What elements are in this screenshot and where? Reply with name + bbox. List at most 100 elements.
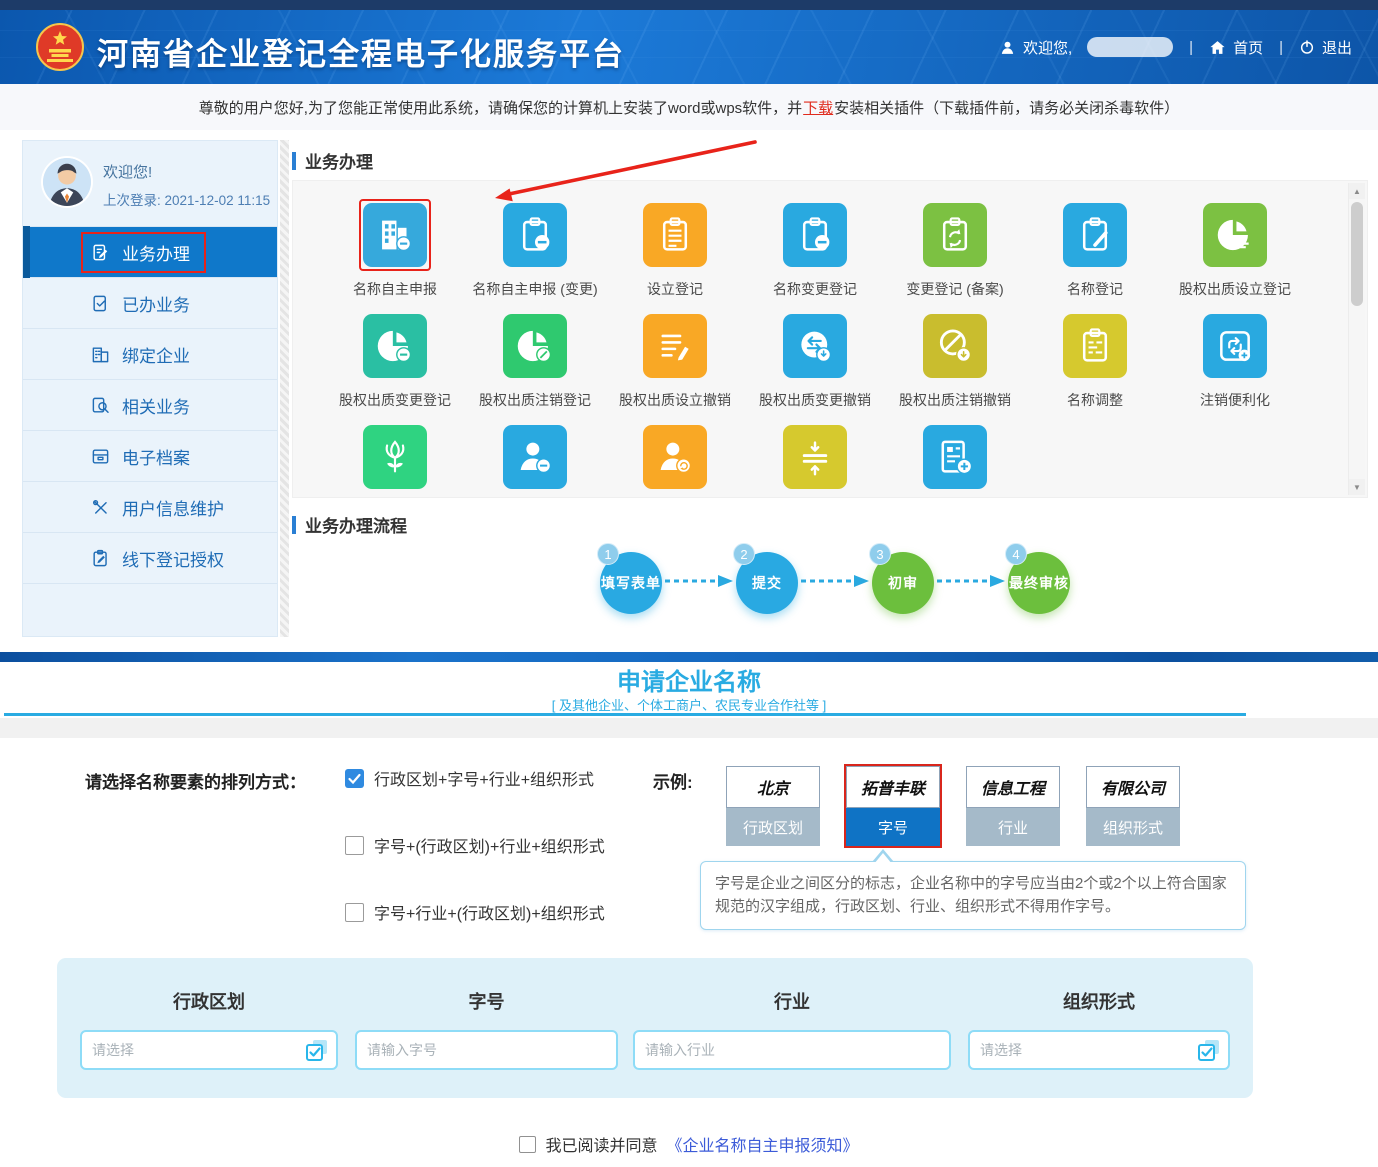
arrange-option[interactable]: 字号+行业+(行政区划)+组织形式 bbox=[345, 900, 605, 924]
scrollbar-thumb[interactable] bbox=[1351, 202, 1363, 306]
business-tile[interactable] bbox=[885, 421, 1025, 498]
building-doc-icon bbox=[91, 345, 110, 364]
arrange-option[interactable]: 行政区划+字号+行业+组织形式 bbox=[345, 766, 605, 790]
select-input[interactable] bbox=[80, 1030, 338, 1070]
business-tile[interactable]: 名称登记 bbox=[1025, 199, 1165, 300]
sidebar-item[interactable]: 相关业务 bbox=[23, 380, 277, 431]
divider: | bbox=[1279, 39, 1283, 56]
pie-ban-icon bbox=[503, 314, 567, 378]
example-box: 有限公司组织形式 bbox=[1084, 764, 1182, 848]
logout-link[interactable]: 退出 bbox=[1299, 37, 1352, 58]
business-tile[interactable]: 股权出质设立登记 bbox=[1165, 199, 1305, 300]
pen-doc-icon bbox=[91, 243, 110, 262]
workflow-step-number: 3 bbox=[869, 543, 891, 565]
field-label: 字号 bbox=[355, 988, 618, 1014]
tile-label: 名称自主申报 (变更) bbox=[468, 279, 601, 300]
example-box: 信息工程行业 bbox=[964, 764, 1062, 848]
checkbox-unchecked-icon[interactable] bbox=[345, 836, 364, 855]
business-tiles: 名称自主申报名称自主申报 (变更)设立登记名称变更登记 变更登记 (备案) 名称登记… bbox=[293, 181, 1367, 498]
sidebar-item[interactable]: 线下登记授权 bbox=[23, 533, 277, 584]
scroll-down-icon[interactable]: ▼ bbox=[1349, 479, 1365, 495]
business-tile[interactable]: 股权出质注销撤销 bbox=[885, 310, 1025, 411]
list-pencil-icon bbox=[643, 314, 707, 378]
last-login: 上次登录: 2021-12-02 11:15 bbox=[103, 189, 270, 209]
agree-notice-link[interactable]: 《企业名称自主申报须知》 bbox=[667, 1132, 859, 1156]
workflow-diagram: 填写表单1提交2初审3最终审核4 bbox=[292, 552, 1368, 614]
business-tile[interactable]: 设立登记 bbox=[605, 199, 745, 300]
business-tile[interactable]: 变更登记 (备案) bbox=[885, 199, 1025, 300]
name-input-panel: 行政区划字号行业组织形式 bbox=[57, 958, 1253, 1098]
business-tile[interactable] bbox=[605, 421, 745, 498]
gray-band bbox=[0, 718, 1378, 738]
tile-label: 名称变更登记 bbox=[769, 279, 861, 300]
arrange-option-label: 字号+行业+(行政区划)+组织形式 bbox=[374, 900, 605, 924]
download-plugin-link[interactable]: 下载 bbox=[803, 97, 833, 118]
text-input[interactable] bbox=[633, 1030, 951, 1070]
clipboard-pen-icon bbox=[91, 549, 110, 568]
workflow-step-number: 2 bbox=[733, 543, 755, 565]
workflow-arrow-icon bbox=[799, 574, 871, 593]
arrange-option-label: 行政区划+字号+行业+组织形式 bbox=[374, 766, 594, 790]
tile-label: 名称登记 bbox=[1063, 279, 1127, 300]
workflow-step: 填写表单1 bbox=[600, 552, 662, 614]
business-tile[interactable]: 注销便利化 bbox=[1165, 310, 1305, 411]
select-check-icon[interactable] bbox=[1197, 1038, 1221, 1062]
business-tile[interactable]: 股权出质设立撤销 bbox=[605, 310, 745, 411]
section-workflow-title: 业务办理流程 bbox=[292, 512, 407, 537]
checkbox-checked-icon[interactable] bbox=[345, 769, 364, 788]
sidebar-item[interactable]: 用户信息维护 bbox=[23, 482, 277, 533]
doc-plus-icon bbox=[923, 425, 987, 489]
business-tile[interactable]: 名称调整 bbox=[1025, 310, 1165, 411]
checkbox-unchecked-icon[interactable] bbox=[345, 903, 364, 922]
home-link[interactable]: 首页 bbox=[1209, 37, 1263, 58]
business-tile[interactable]: 股权出质注销登记 bbox=[465, 310, 605, 411]
user-icon bbox=[999, 39, 1016, 56]
text-input[interactable] bbox=[355, 1030, 618, 1070]
arrange-option-label: 字号+(行政区划)+行业+组织形式 bbox=[374, 833, 605, 857]
agree-checkbox[interactable] bbox=[519, 1136, 536, 1153]
name-field-column: 行业 bbox=[633, 958, 951, 1098]
arrange-label: 请选择名称要素的排列方式： bbox=[85, 768, 306, 793]
tile-label: 注销便利化 bbox=[1196, 390, 1274, 411]
sidebar-item[interactable]: 已办业务 bbox=[23, 278, 277, 329]
name-field-column: 字号 bbox=[355, 958, 618, 1098]
top-strip bbox=[0, 0, 1378, 10]
business-tile[interactable]: 股权出质变更撤销 bbox=[745, 310, 885, 411]
national-emblem-icon bbox=[36, 23, 84, 71]
business-tile[interactable]: 股权出质变更登记 bbox=[325, 310, 465, 411]
page: 河南省企业登记全程电子化服务平台 欢迎您, | 首页 | 退出 尊敬的用户您好,… bbox=[0, 0, 1378, 1167]
business-tile[interactable]: 名称变更登记 bbox=[745, 199, 885, 300]
select-check-icon[interactable] bbox=[305, 1038, 329, 1062]
section-bar bbox=[292, 516, 296, 534]
example-label: 示例: bbox=[653, 768, 693, 793]
business-tile[interactable] bbox=[465, 421, 605, 498]
scroll-up-icon[interactable]: ▲ bbox=[1349, 183, 1365, 199]
sidebar-item[interactable]: 业务办理 bbox=[23, 227, 277, 278]
example-value: 北京 bbox=[726, 766, 820, 808]
sidebar-item[interactable]: 绑定企业 bbox=[23, 329, 277, 380]
ban-icon bbox=[923, 314, 987, 378]
sidebar-item[interactable]: 电子档案 bbox=[23, 431, 277, 482]
business-tile[interactable] bbox=[325, 421, 465, 498]
header-banner: 河南省企业登记全程电子化服务平台 欢迎您, | 首页 | 退出 bbox=[0, 10, 1378, 84]
sidebar: 欢迎您! 上次登录: 2021-12-02 11:15 业务办理已办业务绑定企业… bbox=[22, 140, 278, 637]
sidebar-item-label: 线下登记授权 bbox=[122, 546, 224, 571]
business-tile[interactable]: 名称自主申报 (变更) bbox=[465, 199, 605, 300]
scrollbar[interactable]: ▲ ▼ bbox=[1348, 183, 1365, 495]
arrange-option[interactable]: 字号+(行政区划)+行业+组织形式 bbox=[345, 833, 605, 857]
business-tile[interactable] bbox=[745, 421, 885, 498]
workflow-step: 提交2 bbox=[736, 552, 798, 614]
transfer-ban-icon bbox=[783, 314, 847, 378]
archive-icon bbox=[91, 447, 110, 466]
pie-doc-icon bbox=[1203, 203, 1267, 267]
field-label: 行政区划 bbox=[80, 988, 338, 1014]
select-input[interactable] bbox=[968, 1030, 1230, 1070]
business-tile[interactable]: 名称自主申报 bbox=[325, 199, 465, 300]
home-icon bbox=[1209, 39, 1226, 56]
workflow-step: 初审3 bbox=[872, 552, 934, 614]
sidebar-item-label: 用户信息维护 bbox=[122, 495, 224, 520]
building-icon bbox=[363, 203, 427, 267]
doc-sync-icon bbox=[1203, 314, 1267, 378]
person-refresh-icon bbox=[643, 425, 707, 489]
business-grid-panel: 名称自主申报名称自主申报 (变更)设立登记名称变更登记 变更登记 (备案) 名称登记… bbox=[292, 180, 1368, 498]
